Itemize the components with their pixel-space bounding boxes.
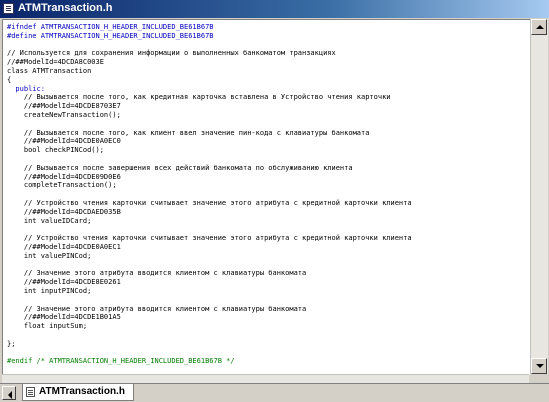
vertical-scrollbar[interactable] (530, 19, 548, 374)
tab-atmtransaction-h[interactable]: ATMTransaction.h (22, 384, 134, 401)
code-line: float inputSum; (7, 322, 88, 331)
arrow-up-icon (536, 25, 544, 29)
window-title: ATMTransaction.h (18, 2, 113, 14)
document-icon (26, 387, 35, 397)
code-line: int valueIDCard; (7, 216, 92, 225)
code-line: bool checkPINCod(); (7, 146, 104, 155)
scroll-down-button[interactable] (531, 358, 547, 374)
code-line: #endif /* ATMTRANSACTION_H_HEADER_INCLUD… (7, 357, 235, 366)
tab-bar: ATMTransaction.h (0, 383, 549, 402)
code-line: #define ATMTRANSACTION_H_HEADER_INCLUDED… (7, 31, 214, 40)
scroll-up-button[interactable] (531, 19, 547, 35)
code-line: createNewTransaction(); (7, 111, 121, 119)
tab-label: ATMTransaction.h (39, 386, 125, 397)
document-icon (3, 3, 14, 14)
code-line: completeTransaction(); (7, 181, 117, 190)
code-line: class ATMTransaction (7, 67, 92, 75)
arrow-down-icon (536, 364, 544, 368)
code-line: int inputPINCod; (7, 287, 92, 295)
arrow-left-icon (8, 391, 12, 399)
window-title-bar[interactable]: ATMTransaction.h (0, 0, 549, 18)
code-line: }; (7, 339, 16, 348)
code-line: int valuePINCod; (7, 251, 92, 260)
code-editor[interactable]: #ifndef ATMTRANSACTION_H_HEADER_INCLUDED… (2, 19, 530, 375)
tab-scroll-left-button[interactable] (2, 386, 16, 400)
